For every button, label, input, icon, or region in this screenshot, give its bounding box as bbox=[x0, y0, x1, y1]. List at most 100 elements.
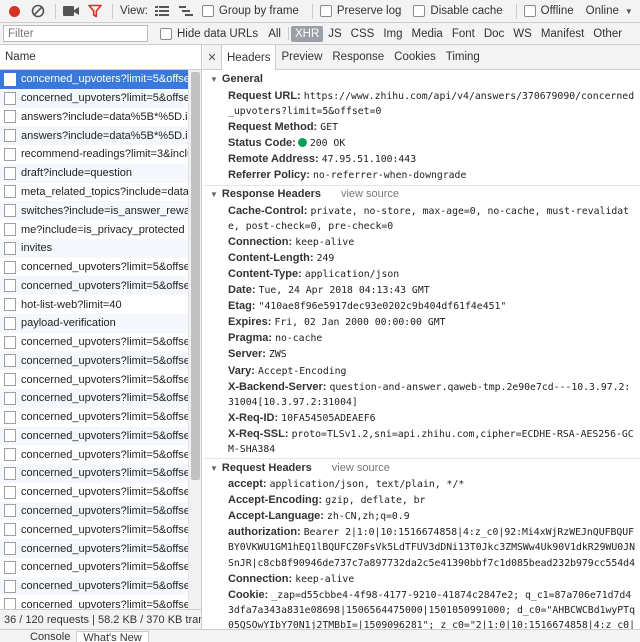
toolbar-divider bbox=[55, 3, 56, 19]
type-filter-js[interactable]: JS bbox=[324, 26, 345, 42]
type-filter-xhr[interactable]: XHR bbox=[290, 25, 324, 42]
header-row: Cache-Control: private, no-store, max-ag… bbox=[203, 204, 640, 235]
request-summary-status: 36 / 120 requests | 58.2 KB / 370 KB tra… bbox=[0, 609, 202, 629]
checkbox-icon[interactable] bbox=[413, 5, 426, 17]
header-key: Cookie: bbox=[228, 588, 269, 601]
request-row[interactable]: answers?include=data%5B*%5D.is_normal bbox=[0, 108, 188, 127]
request-row[interactable]: concerned_upvoters?limit=5&offset=0 bbox=[0, 389, 188, 408]
request-row[interactable]: concerned_upvoters?limit=5&offset=0 bbox=[0, 351, 188, 371]
header-key: Referrer Policy: bbox=[228, 169, 310, 182]
request-row[interactable]: concerned_upvoters?limit=5&offset=0 bbox=[0, 501, 188, 521]
type-filter-manifest[interactable]: Manifest bbox=[537, 26, 588, 42]
disable-cache-checkbox[interactable]: Disable cache bbox=[413, 5, 503, 17]
type-filter-ws[interactable]: WS bbox=[509, 26, 536, 42]
request-row[interactable]: me?include=is_privacy_protected bbox=[0, 220, 188, 239]
name-column-header[interactable]: Name bbox=[0, 45, 201, 70]
request-row[interactable]: concerned_upvoters?limit=5&offset=0 bbox=[0, 558, 188, 577]
header-row: Remote Address: 47.95.51.100:443 bbox=[203, 152, 640, 168]
tab-preview[interactable]: Preview bbox=[276, 45, 327, 69]
checkbox-icon[interactable] bbox=[319, 5, 332, 17]
header-row: Expires: Fri, 02 Jan 2000 00:00:00 GMT bbox=[203, 315, 640, 331]
request-name: recommend-readings?limit=3&include= bbox=[21, 148, 188, 161]
request-list-scrollbar[interactable] bbox=[188, 70, 201, 609]
view-source-link[interactable]: view source bbox=[341, 187, 399, 202]
tab-headers[interactable]: Headers bbox=[221, 45, 277, 70]
header-value: 200 OK bbox=[309, 138, 346, 150]
type-filter-font[interactable]: Font bbox=[448, 26, 479, 42]
clear-icon[interactable] bbox=[30, 3, 46, 19]
request-name: concerned_upvoters?limit=5&offset=0 bbox=[21, 279, 188, 292]
request-row[interactable]: concerned_upvoters?limit=5&offset=0 bbox=[0, 70, 188, 89]
waterfall-overview-icon[interactable] bbox=[178, 3, 194, 19]
request-row[interactable]: concerned_upvoters?limit=5&offset=0 bbox=[0, 370, 188, 389]
checkbox-icon[interactable] bbox=[523, 5, 536, 17]
capture-screenshots-icon[interactable] bbox=[63, 3, 79, 19]
request-row[interactable]: recommend-readings?limit=3&include= bbox=[0, 145, 188, 164]
request-row[interactable]: concerned_upvoters?limit=5&offset=0 bbox=[0, 333, 188, 352]
request-row[interactable]: concerned_upvoters?limit=5&offset=0 bbox=[0, 576, 188, 596]
section-title: General bbox=[221, 73, 263, 86]
offline-label: Offline bbox=[540, 5, 574, 17]
general-section-header[interactable]: ▼ General bbox=[203, 71, 640, 89]
request-name: concerned_upvoters?limit=5&offset=0 bbox=[21, 392, 188, 405]
preserve-log-checkbox[interactable]: Preserve log bbox=[319, 5, 401, 17]
request-headers-section: ▼ Request Headers view source accept: appl… bbox=[203, 459, 640, 629]
group-by-frame-checkbox[interactable]: Group by frame bbox=[201, 5, 299, 17]
request-name: concerned_upvoters?limit=5&offset=0 bbox=[21, 523, 188, 536]
response-headers-section-header[interactable]: ▼ Response Headers view source bbox=[203, 186, 640, 204]
request-row[interactable]: answers?include=data%5B*%5D.is_normal bbox=[0, 126, 188, 146]
throttling-select[interactable]: Online ▼ bbox=[586, 5, 633, 17]
type-filter-other[interactable]: Other bbox=[589, 26, 626, 42]
checkbox-icon[interactable] bbox=[201, 5, 214, 17]
request-row[interactable]: meta_related_topics?include=data%5B bbox=[0, 183, 188, 202]
request-row[interactable]: concerned_upvoters?limit=5&offset=0 bbox=[0, 88, 188, 108]
request-row[interactable]: concerned_upvoters?limit=5&offset=0 bbox=[0, 483, 188, 502]
scrollbar-thumb[interactable] bbox=[191, 72, 200, 480]
header-key: Date: bbox=[228, 284, 256, 297]
request-row[interactable]: concerned_upvoters?limit=5&offset=0 bbox=[0, 595, 188, 609]
header-row: Connection: keep-alive bbox=[203, 572, 640, 588]
hide-data-urls-checkbox[interactable]: Hide data URLs bbox=[160, 27, 258, 40]
large-rows-icon[interactable] bbox=[154, 3, 170, 19]
checkbox-icon[interactable] bbox=[160, 27, 172, 40]
request-row[interactable]: concerned_upvoters?limit=5&offset=0 bbox=[0, 539, 188, 558]
request-row[interactable]: concerned_upvoters?limit=5&offset=0 bbox=[0, 464, 188, 483]
file-icon bbox=[4, 335, 16, 349]
request-row[interactable]: concerned_upvoters?limit=5&offset=0 bbox=[0, 276, 188, 296]
close-details-icon[interactable]: ✕ bbox=[203, 45, 221, 69]
request-row[interactable]: concerned_upvoters?limit=5&offset=0 bbox=[0, 445, 188, 464]
type-filter-img[interactable]: Img bbox=[379, 26, 406, 42]
header-row: Request Method: GET bbox=[203, 120, 640, 136]
offline-checkbox[interactable]: Offline bbox=[523, 5, 574, 17]
request-name: draft?include=question bbox=[21, 167, 132, 180]
record-icon[interactable] bbox=[6, 3, 22, 19]
tab-whats-new[interactable]: What's New bbox=[76, 631, 149, 642]
file-icon bbox=[4, 110, 16, 124]
request-row[interactable]: concerned_upvoters?limit=5&offset=0 bbox=[0, 258, 188, 277]
tab-cookies[interactable]: Cookies bbox=[389, 45, 441, 69]
expand-triangle-icon: ▼ bbox=[210, 75, 218, 85]
request-row[interactable]: draft?include=question bbox=[0, 163, 188, 183]
tab-console[interactable]: Console bbox=[24, 631, 76, 642]
type-filter-media[interactable]: Media bbox=[408, 26, 447, 42]
section-title: Request Headers bbox=[221, 461, 312, 474]
request-headers-section-header[interactable]: ▼ Request Headers view source bbox=[203, 459, 640, 477]
request-row[interactable]: concerned_upvoters?limit=5&offset=0 bbox=[0, 408, 188, 427]
request-row[interactable]: switches?include=is_answer_rewardable bbox=[0, 201, 188, 221]
request-row[interactable]: concerned_upvoters?limit=5&offset=0 bbox=[0, 520, 188, 539]
view-source-link[interactable]: view source bbox=[332, 461, 390, 476]
type-filter-doc[interactable]: Doc bbox=[480, 26, 508, 42]
tab-timing[interactable]: Timing bbox=[441, 45, 485, 69]
request-name: payload-verification bbox=[21, 317, 116, 330]
tab-response[interactable]: Response bbox=[327, 45, 389, 69]
request-row[interactable]: payload-verification bbox=[0, 313, 188, 333]
filter-input[interactable] bbox=[3, 25, 148, 42]
request-row[interactable]: concerned_upvoters?limit=5&offset=0 bbox=[0, 426, 188, 446]
header-value: 47.95.51.100:443 bbox=[321, 154, 417, 166]
request-row[interactable]: invites bbox=[0, 238, 188, 258]
filter-icon[interactable] bbox=[87, 3, 103, 19]
request-row[interactable]: hot-list-web?limit=40 bbox=[0, 295, 188, 314]
header-row: Etag: "410ae8f96e5917dec93e0202c9b404df6… bbox=[203, 299, 640, 315]
type-filter-all[interactable]: All bbox=[264, 26, 285, 42]
type-filter-css[interactable]: CSS bbox=[347, 26, 379, 42]
